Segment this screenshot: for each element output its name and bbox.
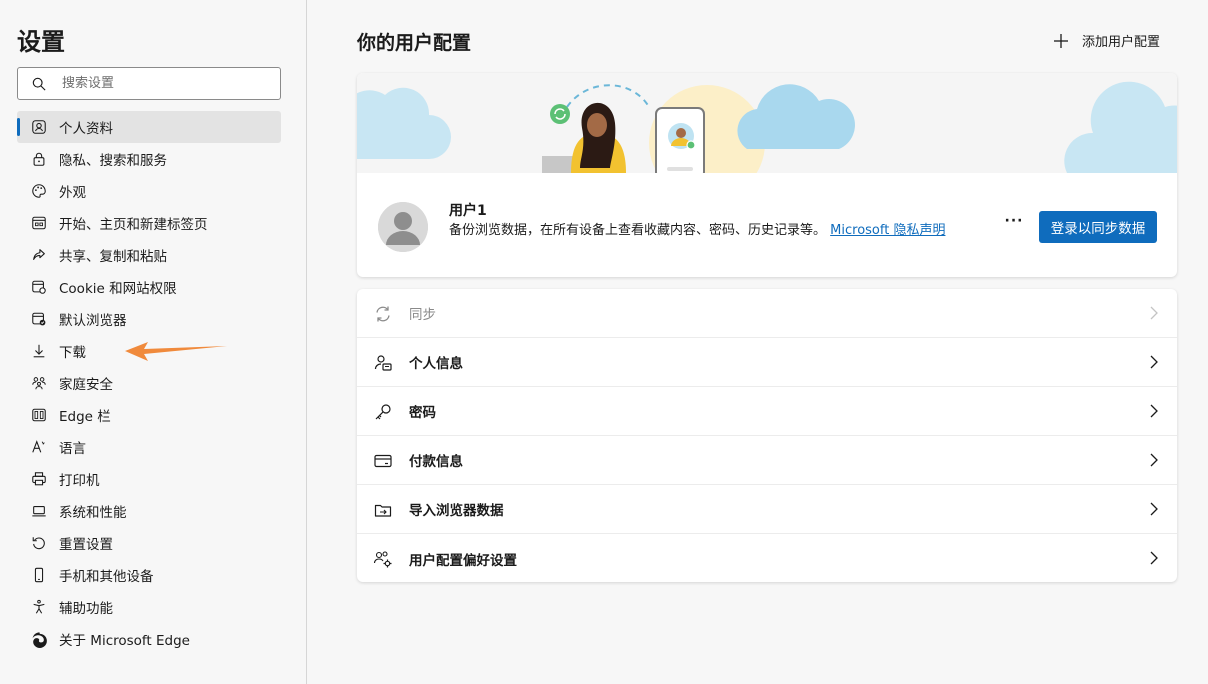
chevron-right-icon xyxy=(1150,551,1158,565)
sidebar-item-label: 个人资料 xyxy=(59,121,113,137)
sidebar-item-share[interactable]: 共享、复制和粘贴 xyxy=(17,239,281,271)
sidebar-item-label: 系统和性能 xyxy=(59,505,127,521)
sidebar-item-phone[interactable]: 手机和其他设备 xyxy=(17,559,281,591)
sidebar-item-profile[interactable]: 个人资料 xyxy=(17,111,281,143)
language-icon xyxy=(30,438,48,456)
sidebar-item-accessibility[interactable]: 辅助功能 xyxy=(17,591,281,623)
sign-in-sync-button[interactable]: 登录以同步数据 xyxy=(1039,211,1157,243)
lock-icon xyxy=(30,150,48,168)
profile-settings-list: 同步 个人信息 密码 付款信息 导入浏览器数据 用户配置偏好设置 xyxy=(357,289,1177,582)
page-title: 你的用户配置 xyxy=(357,32,472,54)
phone-icon xyxy=(30,566,48,584)
list-item-import[interactable]: 导入浏览器数据 xyxy=(357,485,1177,534)
sidebar-item-language[interactable]: 语言 xyxy=(17,431,281,463)
profile-description-text: 备份浏览数据，在所有设备上查看收藏内容、密码、历史记录等。 xyxy=(449,223,827,238)
credit-card-icon xyxy=(374,454,392,468)
sidebar-item-label: 打印机 xyxy=(59,473,100,489)
profile-name: 用户1 xyxy=(449,203,487,219)
profile-description: 备份浏览数据，在所有设备上查看收藏内容、密码、历史记录等。 Microsoft … xyxy=(449,221,979,241)
search-box[interactable] xyxy=(17,67,281,100)
profile-preferences-icon xyxy=(373,551,392,568)
sidebar-item-label: 家庭安全 xyxy=(59,377,113,393)
palette-icon xyxy=(30,182,48,200)
list-item-sync[interactable]: 同步 xyxy=(357,289,1177,338)
list-item-label: 个人信息 xyxy=(409,356,463,372)
reset-icon xyxy=(30,534,48,552)
sidebar-item-privacy[interactable]: 隐私、搜索和服务 xyxy=(17,143,281,175)
sidebar-item-label: 关于 Microsoft Edge xyxy=(59,633,190,649)
chevron-right-icon xyxy=(1150,355,1158,369)
accessibility-icon xyxy=(30,598,48,616)
list-item-label: 导入浏览器数据 xyxy=(409,503,504,519)
annotation-arrow-icon xyxy=(125,342,227,361)
key-icon xyxy=(375,404,391,420)
profile-row: 用户1 备份浏览数据，在所有设备上查看收藏内容、密码、历史记录等。 Micros… xyxy=(357,173,1177,277)
sidebar-item-label: 手机和其他设备 xyxy=(59,569,154,585)
profile-icon xyxy=(30,118,48,136)
sidebar-item-default-browser[interactable]: 默认浏览器 xyxy=(17,303,281,335)
default-browser-icon xyxy=(30,310,48,328)
sidebar-item-family[interactable]: 家庭安全 xyxy=(17,367,281,399)
sidebar-item-label: 默认浏览器 xyxy=(59,313,127,329)
search-input[interactable] xyxy=(62,68,272,99)
list-item-label: 同步 xyxy=(409,307,436,323)
download-icon xyxy=(30,342,48,360)
printer-icon xyxy=(30,470,48,488)
sync-icon xyxy=(376,306,390,322)
sidebar-item-reset[interactable]: 重置设置 xyxy=(17,527,281,559)
list-item-personal-info[interactable]: 个人信息 xyxy=(357,338,1177,387)
chevron-right-icon xyxy=(1150,502,1158,516)
sidebar-item-appearance[interactable]: 外观 xyxy=(17,175,281,207)
personal-info-icon xyxy=(374,355,392,371)
laptop-icon xyxy=(30,502,48,520)
chevron-right-icon xyxy=(1150,306,1158,320)
plus-icon xyxy=(1054,33,1068,48)
sidebar-item-start-page[interactable]: 开始、主页和新建标签页 xyxy=(17,207,281,239)
list-item-label: 密码 xyxy=(409,405,436,421)
add-profile-button[interactable]: 添加用户配置 xyxy=(1052,31,1160,50)
list-item-payment[interactable]: 付款信息 xyxy=(357,436,1177,485)
sidebar-item-label: 共享、复制和粘贴 xyxy=(59,249,167,265)
import-icon xyxy=(374,504,392,517)
list-item-passwords[interactable]: 密码 xyxy=(357,387,1177,436)
edge-logo-icon xyxy=(30,630,48,648)
sidebar-item-about[interactable]: 关于 Microsoft Edge xyxy=(17,623,281,655)
sidebar-nav: 个人资料 隐私、搜索和服务 外观 开始、主页和新建标签页 共享、复制和粘贴 Co… xyxy=(17,111,281,655)
sidebar-item-label: 下载 xyxy=(59,345,86,361)
add-profile-label: 添加用户配置 xyxy=(1082,35,1161,50)
sidebar-item-system[interactable]: 系统和性能 xyxy=(17,495,281,527)
sidebar-item-printers[interactable]: 打印机 xyxy=(17,463,281,495)
sidebar-item-label: Cookie 和网站权限 xyxy=(59,281,177,297)
family-icon xyxy=(30,374,48,392)
sidebar-title: 设置 xyxy=(17,28,65,56)
start-page-icon xyxy=(30,214,48,232)
list-item-profile-preferences[interactable]: 用户配置偏好设置 xyxy=(357,534,1177,582)
list-item-label: 付款信息 xyxy=(409,454,463,470)
profile-card: 用户1 备份浏览数据，在所有设备上查看收藏内容、密码、历史记录等。 Micros… xyxy=(357,73,1177,277)
sidebar-item-label: 重置设置 xyxy=(59,537,113,553)
sidebar-item-label: Edge 栏 xyxy=(59,409,111,425)
search-icon xyxy=(32,77,46,91)
chevron-right-icon xyxy=(1150,453,1158,467)
sidebar-item-cookies[interactable]: Cookie 和网站权限 xyxy=(17,271,281,303)
chevron-right-icon xyxy=(1150,404,1158,418)
list-item-label: 用户配置偏好设置 xyxy=(409,552,517,569)
sidebar-item-label: 开始、主页和新建标签页 xyxy=(59,217,208,233)
privacy-statement-link[interactable]: Microsoft 隐私声明 xyxy=(830,223,945,238)
avatar[interactable] xyxy=(378,202,428,252)
more-options-button[interactable]: ··· xyxy=(1002,213,1026,233)
profile-banner xyxy=(357,73,1177,173)
edge-bar-icon xyxy=(30,406,48,424)
profile-illustration xyxy=(357,81,1177,173)
sidebar-item-label: 语言 xyxy=(59,441,86,457)
sidebar-item-edge-bar[interactable]: Edge 栏 xyxy=(17,399,281,431)
settings-sidebar: 设置 个人资料 隐私、搜索和服务 外观 xyxy=(0,0,307,684)
sidebar-item-label: 外观 xyxy=(59,185,86,201)
sidebar-item-label: 隐私、搜索和服务 xyxy=(59,153,167,169)
sidebar-item-label: 辅助功能 xyxy=(59,601,113,617)
share-icon xyxy=(30,246,48,264)
cookie-site-permissions-icon xyxy=(30,278,48,296)
